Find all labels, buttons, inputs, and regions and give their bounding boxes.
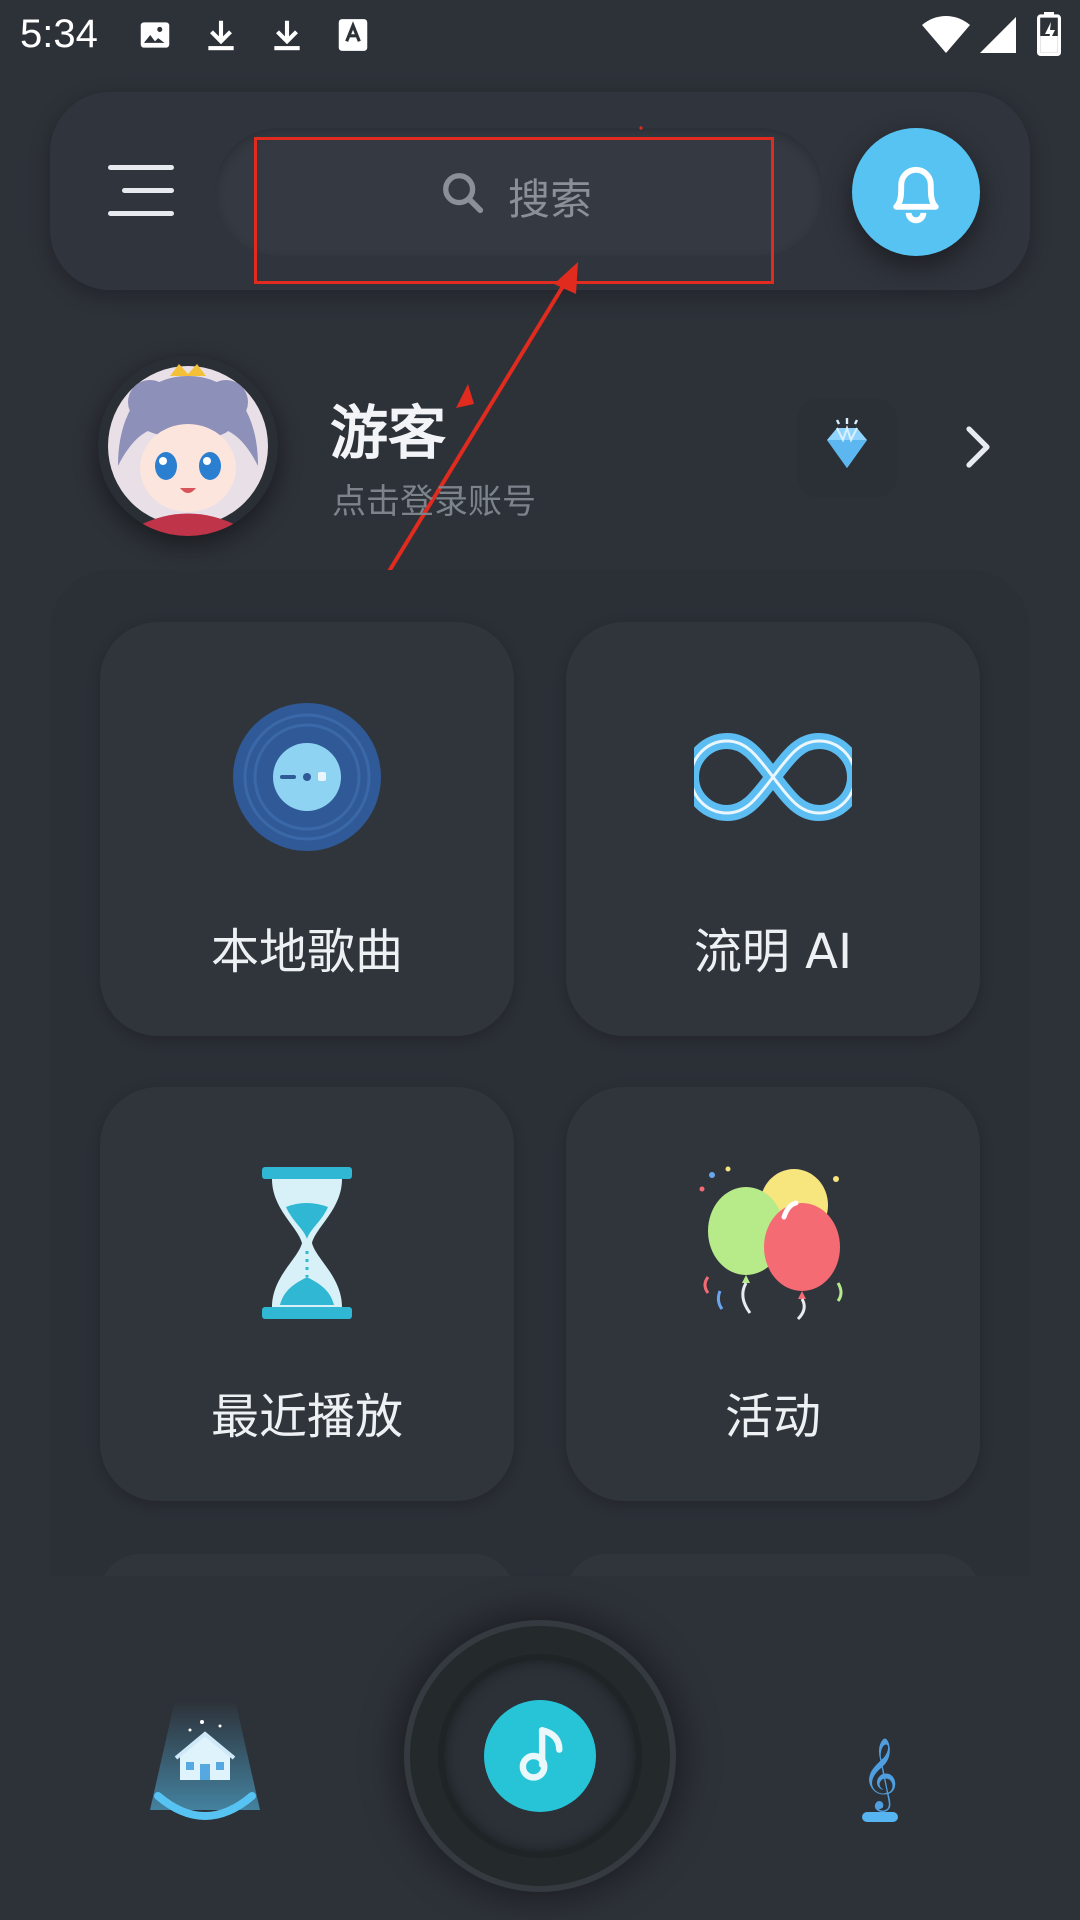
infinity-icon	[694, 732, 852, 822]
download-icon	[208, 20, 234, 51]
vip-button[interactable]	[797, 398, 897, 498]
music-ring	[444, 1660, 636, 1852]
nav-music-player[interactable]	[404, 1620, 676, 1892]
balloons-icon	[699, 1166, 843, 1321]
status-bar: 5:34	[0, 0, 1080, 72]
diamond-icon	[827, 418, 867, 468]
tile-recent-play[interactable]: 最近播放	[100, 1087, 514, 1501]
hourglass-icon	[262, 1167, 352, 1319]
hamburger-icon	[108, 165, 174, 170]
home-icon	[150, 1700, 260, 1820]
tile-label: 流明 AI	[693, 924, 853, 980]
nav-library[interactable]: 𝄞	[840, 1712, 920, 1832]
wifi-icon	[922, 16, 970, 53]
tile-activities[interactable]: 活动	[566, 1087, 980, 1501]
music-note-icon	[519, 1727, 563, 1781]
chevron-right-icon[interactable]	[964, 425, 994, 469]
signal-icon	[980, 17, 1016, 53]
nav-home[interactable]	[150, 1700, 260, 1830]
hamburger-line	[122, 188, 174, 193]
tile-local-songs[interactable]: 本地歌曲	[100, 622, 514, 1036]
avatar[interactable]	[98, 356, 278, 536]
tile-lumen-ai[interactable]: 流明 AI	[566, 622, 980, 1036]
login-hint[interactable]: 点击登录账号	[332, 474, 536, 523]
status-time: 5:34	[20, 12, 98, 56]
tile-label: 活动	[724, 1389, 821, 1445]
notification-button[interactable]	[852, 128, 980, 256]
annotation-highlight-box	[254, 137, 774, 284]
hamburger-line	[108, 211, 174, 216]
bell-icon	[893, 166, 939, 224]
download-icon	[274, 20, 300, 51]
avatar-image	[108, 364, 268, 536]
image-icon	[140, 22, 170, 48]
treble-clef-icon: 𝄞	[862, 1736, 899, 1822]
user-name[interactable]: 游客	[330, 386, 446, 470]
font-a-icon	[338, 19, 368, 51]
battery-charging-icon	[1037, 12, 1061, 56]
tile-label: 本地歌曲	[210, 924, 403, 980]
tile-label: 最近播放	[210, 1389, 403, 1445]
music-button-core	[484, 1700, 596, 1812]
menu-button[interactable]	[108, 165, 174, 217]
svg-text:𝄞: 𝄞	[862, 1736, 899, 1812]
vinyl-disc-icon	[233, 703, 381, 851]
